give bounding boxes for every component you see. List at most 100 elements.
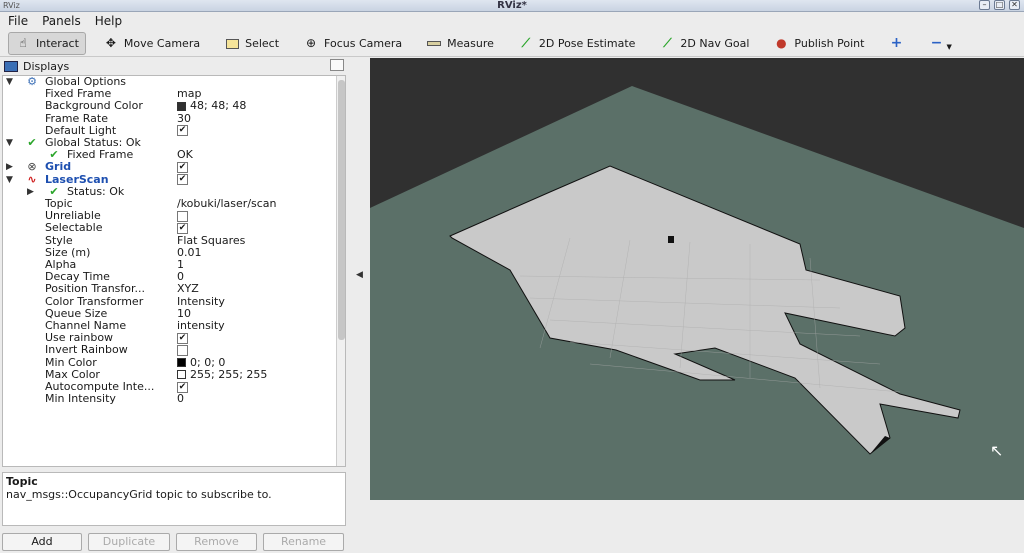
autocompute-label: Autocompute Inte... <box>45 380 155 393</box>
expand-arrow-icon[interactable]: ▶ <box>6 161 13 173</box>
tree-row-frame-rate[interactable]: Frame Rate 30 <box>3 112 333 125</box>
panel-splitter[interactable]: ◀ <box>352 58 368 501</box>
mouse-cursor-icon: ↖ <box>990 441 1003 460</box>
gs-fixed-frame-value: OK <box>177 148 193 162</box>
alpha-value[interactable]: 1 <box>177 259 184 271</box>
displays-panel: Displays ▼ ⚙ Global Options Fixed Frame … <box>0 58 350 551</box>
grid-label: Grid <box>45 160 72 174</box>
topic-value[interactable]: /kobuki/laser/scan <box>177 198 277 210</box>
interact-label: Interact <box>36 36 79 50</box>
publish-point-tool[interactable]: ● Publish Point <box>766 32 871 55</box>
channel-name-label: Channel Name <box>45 319 127 332</box>
background-color-text: 48; 48; 48 <box>190 99 247 113</box>
minimize-button[interactable]: – <box>979 0 990 10</box>
tree-row-color-transformer[interactable]: Color Transformer Intensity <box>3 294 333 308</box>
measure-label: Measure <box>447 36 494 50</box>
fixed-frame-value[interactable]: map <box>177 88 201 100</box>
style-label: Style <box>45 233 73 247</box>
undock-button[interactable] <box>330 59 344 71</box>
minus-icon: − <box>930 35 943 51</box>
focus-camera-tool[interactable]: ⊕ Focus Camera <box>296 32 409 55</box>
selectable-checkbox[interactable]: ✔ <box>177 222 188 234</box>
add-tool-button[interactable]: + <box>881 32 911 55</box>
menu-help[interactable]: Help <box>95 14 122 28</box>
move-camera-tool[interactable]: ✥ Move Camera <box>96 32 207 55</box>
frame-rate-value[interactable]: 30 <box>177 112 191 125</box>
expand-arrow-icon[interactable]: ▶ <box>27 186 34 198</box>
autocompute-checkbox[interactable]: ✔ <box>177 381 188 393</box>
global-status-label: Global Status: Ok <box>45 136 141 149</box>
robot-marker <box>668 236 674 243</box>
collapse-arrow-icon[interactable]: ▼ <box>6 137 13 149</box>
use-rainbow-checkbox[interactable]: ✔ <box>177 332 188 344</box>
remove-tool-button[interactable]: − ▼ <box>921 32 958 55</box>
measure-tool[interactable]: Measure <box>419 32 501 55</box>
tree-row-selectable[interactable]: Selectable ✔ <box>3 222 333 234</box>
min-intensity-value[interactable]: 0 <box>177 393 184 405</box>
close-button[interactable]: ✕ <box>1009 0 1020 10</box>
chevron-down-icon: ▼ <box>946 43 952 51</box>
tree-row-min-color[interactable]: Min Color 0; 0; 0 <box>3 355 333 369</box>
scrollbar-thumb[interactable] <box>338 80 345 340</box>
color-transformer-label: Color Transformer <box>45 294 144 308</box>
default-light-checkbox[interactable]: ✔ <box>177 125 188 137</box>
add-button[interactable]: Add <box>2 533 82 551</box>
color-swatch <box>177 101 186 111</box>
queue-size-value[interactable]: 10 <box>177 307 191 320</box>
arrow-icon: ⟋ <box>663 36 672 50</box>
tree-row-background-color[interactable]: Background Color 48; 48; 48 <box>3 100 333 112</box>
min-color-value[interactable]: 0; 0; 0 <box>177 355 226 369</box>
tree-row-min-intensity[interactable]: Min Intensity 0 <box>3 393 333 405</box>
title-bar[interactable]: RViz RViz* – □ ✕ <box>0 0 1024 12</box>
interact-tool[interactable]: ☝ Interact <box>8 31 86 55</box>
tree-row-position-transformer[interactable]: Position Transfor... XYZ <box>3 283 333 295</box>
collapse-left-icon[interactable]: ◀ <box>356 270 363 280</box>
grid-checkbox[interactable]: ✔ <box>177 161 188 173</box>
background-color-value[interactable]: 48; 48; 48 <box>177 100 246 112</box>
displays-tree[interactable]: ▼ ⚙ Global Options Fixed Frame map Backg… <box>2 75 346 467</box>
position-transformer-label: Position Transfor... <box>45 282 145 296</box>
selectable-label: Selectable <box>45 221 103 235</box>
menu-file[interactable]: File <box>8 14 28 28</box>
max-color-value[interactable]: 255; 255; 255 <box>177 367 268 381</box>
tree-row-style[interactable]: Style Flat Squares <box>3 233 333 247</box>
fixed-frame-label: Fixed Frame <box>45 87 112 101</box>
check-icon: ✔ <box>49 184 59 198</box>
select-tool[interactable]: Select <box>217 32 286 55</box>
maximize-button[interactable]: □ <box>994 0 1005 10</box>
remove-button[interactable]: Remove <box>176 533 257 551</box>
rviz-window: RViz RViz* – □ ✕ File Panels Help ☝ Inte… <box>0 0 1024 551</box>
nav-goal-tool[interactable]: ⟋ 2D Nav Goal <box>652 32 756 55</box>
laserscan-checkbox[interactable]: ✔ <box>177 174 188 186</box>
min-color-text: 0; 0; 0 <box>190 355 226 369</box>
channel-name-value[interactable]: intensity <box>177 320 225 332</box>
tree-scrollbar[interactable] <box>336 76 345 466</box>
size-value[interactable]: 0.01 <box>177 246 202 259</box>
tree-row-grid[interactable]: ▶ ⊗ Grid ✔ <box>3 161 333 173</box>
laserscan-icon: ∿ <box>27 172 37 186</box>
invert-rainbow-checkbox[interactable] <box>177 344 188 356</box>
tree-row-invert-rainbow[interactable]: Invert Rainbow <box>3 344 333 356</box>
focus-icon: ⊕ <box>306 36 317 50</box>
menu-panels[interactable]: Panels <box>42 14 81 28</box>
rename-button[interactable]: Rename <box>263 533 344 551</box>
color-transformer-value[interactable]: Intensity <box>177 295 225 308</box>
hand-icon: ☝ <box>19 36 27 50</box>
gear-icon: ⚙ <box>27 75 37 88</box>
duplicate-button[interactable]: Duplicate <box>88 533 170 551</box>
color-swatch <box>177 370 186 380</box>
alpha-label: Alpha <box>45 258 77 271</box>
collapse-arrow-icon[interactable]: ▼ <box>6 76 13 88</box>
style-value[interactable]: Flat Squares <box>177 234 245 247</box>
use-rainbow-label: Use rainbow <box>45 331 114 345</box>
unreliable-checkbox[interactable] <box>177 210 188 222</box>
render-view[interactable]: ↖ <box>370 58 1024 500</box>
max-color-text: 255; 255; 255 <box>190 367 268 381</box>
nav-goal-label: 2D Nav Goal <box>680 36 750 50</box>
position-transformer-value[interactable]: XYZ <box>177 283 199 295</box>
tree-row-laserscan[interactable]: ▼ ∿ LaserScan ✔ <box>3 172 333 186</box>
collapse-arrow-icon[interactable]: ▼ <box>6 174 13 186</box>
decay-time-value[interactable]: 0 <box>177 271 184 283</box>
select-icon <box>224 36 240 50</box>
pose-estimate-tool[interactable]: ⟋ 2D Pose Estimate <box>511 32 643 55</box>
